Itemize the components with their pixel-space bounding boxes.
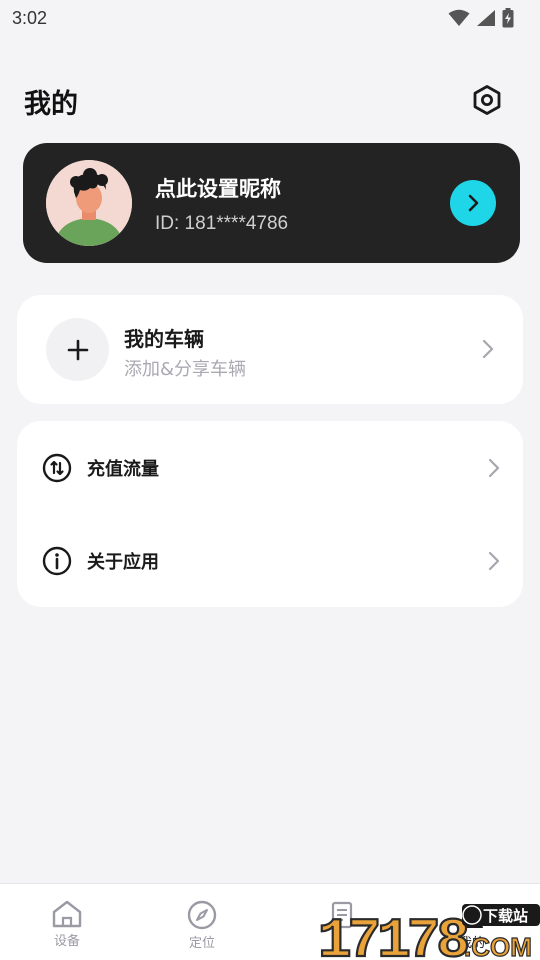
home-icon [52,900,82,928]
plus-icon [67,339,88,360]
page-title: 我的 [24,89,78,120]
status-time: 3:02 [12,7,48,28]
menu-card: 充值流量 关于应用 [17,421,523,607]
user-id: ID: 181****4786 [155,213,289,234]
menu-item-label: 关于应用 [87,552,159,573]
chevron-right-icon [488,458,500,478]
tab-devices[interactable]: 设备 [22,884,112,960]
battery-icon [502,8,514,28]
svg-text:.COM: .COM [464,932,532,960]
info-icon [42,546,72,576]
menu-item-recharge-data[interactable]: 充值流量 [17,421,523,514]
tab-label: 定位 [188,936,215,951]
nickname[interactable]: 点此设置昵称 [155,173,281,203]
add-vehicle-button[interactable] [46,318,109,381]
chevron-right-icon [488,551,500,571]
tab-label: 设备 [53,934,80,949]
wifi-icon [448,9,470,26]
avatar[interactable] [46,160,132,246]
vehicle-card[interactable]: 我的车辆 添加&分享车辆 [17,295,523,404]
menu-item-label: 充值流量 [87,459,159,480]
menu-item-about-app[interactable]: 关于应用 [17,514,523,607]
compass-icon [187,900,217,930]
status-icons [448,8,514,28]
vehicle-title: 我的车辆 [124,327,204,351]
watermark-logo: 17178 .COM 下载站 [316,898,540,960]
cellular-signal-icon [477,10,495,26]
profile-arrow-button[interactable] [450,180,496,226]
svg-text:下载站: 下载站 [483,907,528,925]
chevron-right-icon [482,339,494,359]
vehicle-subtitle: 添加&分享车辆 [124,359,247,380]
svg-text:17178: 17178 [318,909,467,960]
profile-card[interactable]: 点此设置昵称 ID: 181****4786 [23,143,520,263]
data-transfer-icon [42,453,72,483]
tab-location[interactable]: 定位 [157,884,247,960]
avatar-illustration [46,160,132,246]
settings-button[interactable] [470,83,504,117]
chevron-right-icon [468,194,479,212]
status-bar: 3:02 [0,0,540,36]
settings-icon [473,85,501,115]
